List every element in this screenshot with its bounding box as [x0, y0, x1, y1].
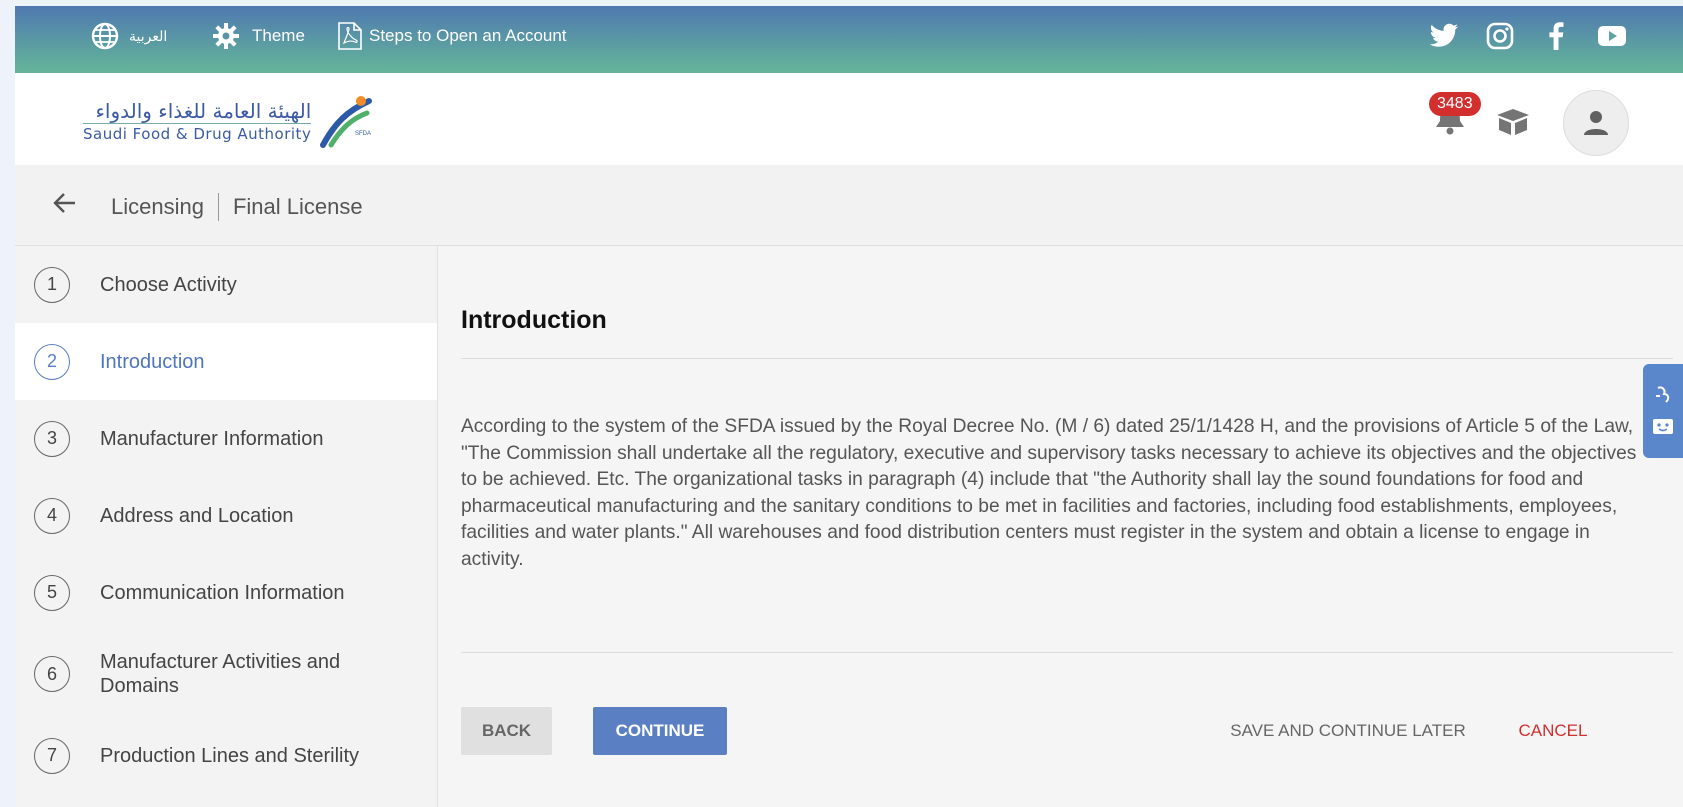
globe-icon	[91, 22, 119, 50]
step-number: 1	[34, 266, 70, 303]
breadcrumb-bar: Licensing Final License	[15, 165, 1683, 246]
divider	[461, 358, 1673, 359]
back-arrow-icon[interactable]	[51, 189, 79, 217]
step-address-and-location[interactable]: 4 Address and Location	[15, 477, 437, 554]
step-number: 2	[34, 343, 70, 380]
step-manufacturer-activities[interactable]: 6 Manufacturer Activities and Domains	[15, 631, 437, 717]
step-label: Address and Location	[100, 504, 294, 527]
sfda-logo[interactable]: الهيئة العامة للغذاء والدواء Saudi Food …	[83, 91, 381, 151]
facebook-icon[interactable]	[1539, 20, 1573, 52]
step-number: 4	[34, 497, 70, 534]
divider	[461, 652, 1673, 653]
steps-link[interactable]: Steps to Open an Account	[337, 6, 567, 66]
cancel-button[interactable]: CANCEL	[1508, 707, 1598, 755]
step-choose-activity[interactable]: 1 Choose Activity	[15, 246, 437, 323]
user-icon	[1584, 111, 1608, 135]
language-label: العربية	[129, 27, 168, 44]
youtube-icon[interactable]	[1595, 20, 1629, 52]
step-production-lines[interactable]: 7 Production Lines and Sterility	[15, 717, 437, 794]
back-button[interactable]: BACK	[461, 707, 552, 755]
save-and-continue-later-button[interactable]: SAVE AND CONTINUE LATER	[1218, 707, 1478, 755]
logo-arabic-text: الهيئة العامة للغذاء والدواء	[95, 99, 312, 123]
step-number: 5	[34, 574, 70, 611]
step-number: 7	[34, 737, 70, 774]
step-label: Manufacturer Information	[100, 427, 324, 450]
app-header: الهيئة العامة للغذاء والدواء Saudi Food …	[15, 73, 1683, 165]
introduction-text: According to the system of the SFDA issu…	[461, 416, 1637, 570]
user-avatar-button[interactable]	[1563, 90, 1629, 156]
accessibility-hand-icon	[1656, 386, 1670, 403]
app-frame: العربية Theme Steps to Open an Account ا…	[15, 6, 1683, 807]
step-introduction[interactable]: 2 Introduction	[15, 323, 437, 400]
breadcrumb-divider	[217, 193, 219, 221]
theme-button[interactable]: Theme	[212, 6, 305, 66]
top-bar: العربية Theme Steps to Open an Account	[15, 6, 1683, 73]
logo-mark-icon: SFDA	[320, 96, 373, 148]
theme-label: Theme	[252, 26, 305, 45]
language-switch[interactable]: العربية	[91, 6, 167, 66]
floating-side-tab[interactable]	[1643, 364, 1683, 458]
steps-label: Steps to Open an Account	[369, 26, 567, 45]
page-title: Introduction	[461, 306, 607, 334]
logo-english-text: Saudi Food & Drug Authority	[83, 123, 312, 143]
step-label: Manufacturer Activities and Domains	[100, 651, 341, 697]
gear-icon	[213, 23, 239, 49]
step-number: 6	[34, 656, 70, 692]
breadcrumb-page: Final License	[232, 194, 363, 219]
step-label: Introduction	[100, 350, 205, 373]
step-label: Choose Activity	[100, 273, 237, 296]
step-label: Production Lines and Sterility	[100, 744, 360, 767]
step-communication-information[interactable]: 5 Communication Information	[15, 554, 437, 631]
stepper-sidebar: 1 Choose Activity 2 Introduction 3 Manuf…	[15, 246, 438, 807]
step-label: Communication Information	[100, 581, 345, 604]
twitter-icon[interactable]	[1427, 20, 1461, 52]
social-links	[1427, 20, 1629, 52]
instagram-icon[interactable]	[1483, 20, 1517, 52]
main-content: Introduction According to the system of …	[438, 246, 1683, 807]
breadcrumb: Licensing Final License	[111, 193, 363, 221]
package-box-icon[interactable]	[1495, 107, 1531, 137]
step-manufacturer-information[interactable]: 3 Manufacturer Information	[15, 400, 437, 477]
notification-count-badge: 3483	[1429, 92, 1481, 116]
step-number: 3	[34, 420, 70, 457]
chat-bot-icon	[1653, 419, 1673, 434]
pdf-document-icon	[338, 22, 362, 50]
svg-text:SFDA: SFDA	[355, 131, 371, 137]
continue-button[interactable]: CONTINUE	[593, 707, 727, 755]
breadcrumb-section[interactable]: Licensing	[111, 194, 204, 220]
